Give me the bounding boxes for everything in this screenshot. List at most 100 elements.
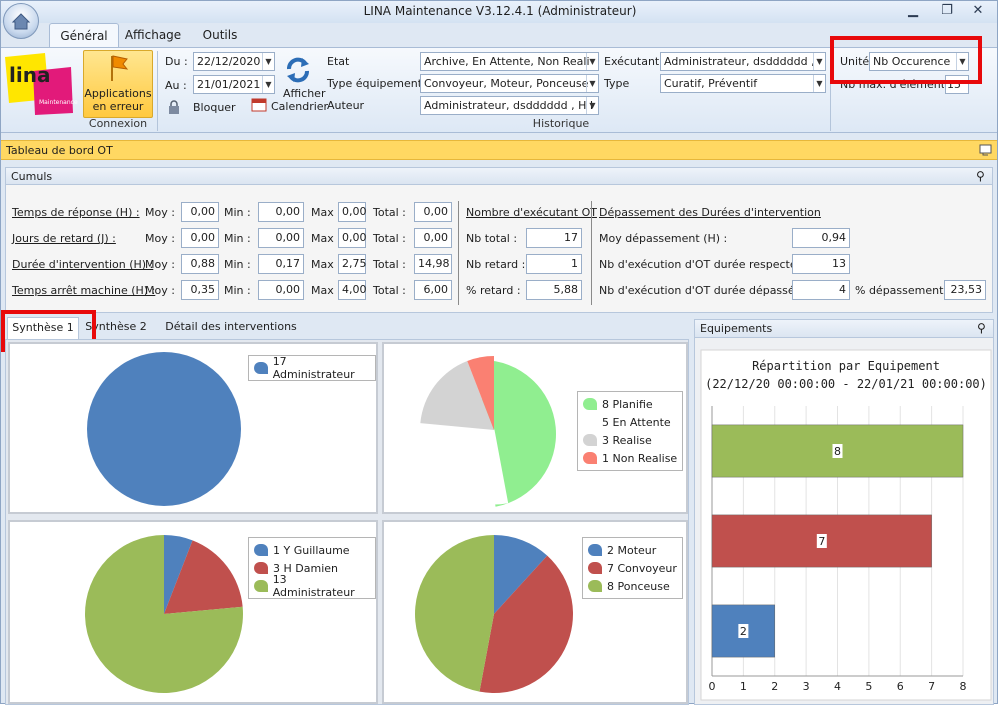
chevron-down-icon: ▼: [813, 75, 825, 92]
legend-label: 1 Non Realise: [602, 451, 678, 465]
x-tick-label: 4: [834, 680, 841, 693]
auteur-dropdown[interactable]: Administrateur, dsdddddd , H I ▼: [420, 96, 599, 115]
pct-depassement-label: % dépassement :: [855, 284, 951, 297]
dashboard-options-icon[interactable]: [979, 144, 992, 156]
nb-total-value: 17: [526, 228, 582, 248]
minimize-button[interactable]: ▁: [900, 3, 926, 21]
x-tick-label: 0: [709, 680, 716, 693]
chevron-down-icon: ▼: [586, 75, 598, 92]
dashboard-title: Tableau de bord OT: [6, 144, 113, 157]
flag-icon: [111, 55, 129, 81]
legend-item: 8 Ponceuse: [588, 577, 677, 595]
nb-retard-value: 1: [526, 254, 582, 274]
legend-item: 1 Non Realise: [583, 449, 677, 467]
afficher-label: Afficher: [283, 87, 326, 100]
moy-depassement-label: Moy dépassement (H) :: [599, 232, 728, 245]
legend-swatch: [588, 544, 602, 556]
jours-retard-moy: 0,00: [181, 228, 219, 248]
duree-respectee-value: 13: [792, 254, 850, 274]
legend-item: 8 Planifie: [583, 395, 677, 413]
moy-label: Moy :: [145, 206, 175, 219]
legend-swatch: [583, 434, 597, 446]
cumuls-title: Cumuls: [11, 170, 53, 183]
tab-outils[interactable]: Outils: [195, 23, 245, 47]
calendrier-label: Calendrier: [271, 100, 329, 113]
legend-item: 13 Administrateur: [254, 573, 370, 599]
legend-item: 3 Realise: [583, 431, 677, 449]
close-button[interactable]: ✕: [965, 3, 991, 21]
divider: [591, 201, 592, 305]
nombre-executant-title: Nombre d'exécutant OT: [466, 206, 597, 219]
tab-general[interactable]: Général: [49, 23, 119, 47]
executant-dropdown[interactable]: Administrateur, dsdddddd , ▼: [660, 52, 826, 71]
legend-executant: 1 Y Guillaume 3 H Damien 13 Administrateur: [248, 537, 376, 599]
min-label: Min :: [224, 258, 251, 271]
duree-depassee-label: Nb d'exécution d'OT durée dépassée :: [599, 284, 809, 297]
bloquer-label: Bloquer: [193, 101, 236, 114]
legend-item: 17 Administrateur: [254, 355, 370, 381]
jours-retard-min: 0,00: [258, 228, 304, 248]
auteur-label: Auteur: [327, 99, 365, 112]
chevron-down-icon: ▼: [586, 53, 598, 70]
x-tick-label: 2: [771, 680, 778, 693]
charts-area: 17 Administrateur 8 Planifie 5 En Attente…: [5, 339, 689, 705]
type-label: Type: [604, 77, 630, 90]
cumuls-header: Cumuls ⚲: [5, 167, 993, 185]
total-label: Total :: [373, 284, 406, 297]
tab-detail-interventions[interactable]: Détail des interventions OT: [157, 317, 305, 353]
etat-dropdown[interactable]: Archive, En Attente, Non Reali ▼: [420, 52, 599, 71]
nb-total-label: Nb total :: [466, 232, 518, 245]
lina-logo: lina Maintenance: [5, 53, 78, 115]
logo-text: lina: [9, 63, 51, 87]
legend-etat: 8 Planifie 5 En Attente 3 Realise 1 Non Rea…: [577, 391, 684, 471]
chevron-down-icon: ▼: [813, 53, 825, 70]
calendar-icon: [251, 98, 267, 112]
jours-retard-total: 0,00: [414, 228, 452, 248]
legend-swatch: [583, 398, 597, 410]
tab-affichage[interactable]: Affichage: [123, 23, 183, 47]
temps-arret-moy: 0,35: [181, 280, 219, 300]
bar-data-label: 8: [834, 445, 841, 458]
highlight-box-unite: [830, 36, 982, 84]
type-equipement-dropdown[interactable]: Convoyeur, Moteur, Ponceuse ▼: [420, 74, 599, 93]
x-tick-label: 1: [740, 680, 747, 693]
x-tick-label: 7: [928, 680, 935, 693]
legend-item: 2 Moteur: [588, 541, 677, 559]
logo-subtext: Maintenance: [39, 99, 78, 106]
depassement-title: Dépassement des Durées d'intervention: [599, 206, 821, 219]
total-label: Total :: [373, 206, 406, 219]
chart-panel-etat: 8 Planifie 5 En Attente 3 Realise 1 Non Rea…: [382, 342, 688, 514]
temps-reponse-min: 0,00: [258, 202, 304, 222]
connexion-group-caption: Connexion: [88, 117, 148, 130]
etat-value: Archive, En Attente, Non Reali: [424, 55, 590, 68]
type-equipement-value: Convoyeur, Moteur, Ponceuse: [424, 77, 589, 90]
temps-reponse-label: Temps de réponse (H) :: [12, 206, 140, 219]
pin-icon[interactable]: ⚲: [976, 169, 985, 183]
pie-slice-ponceuse: [415, 535, 494, 692]
legend-item: 5 En Attente: [583, 413, 677, 431]
dashboard-title-bar: Tableau de bord OT: [1, 140, 997, 160]
du-label: Du :: [165, 55, 188, 68]
duree-depassee-value: 4: [792, 280, 850, 300]
legend-label: 13 Administrateur: [272, 573, 355, 599]
max-label: Max :: [311, 232, 341, 245]
type-dropdown[interactable]: Curatif, Préventif ▼: [660, 74, 826, 93]
window-title: LINA Maintenance V3.12.4.1 (Administrate…: [363, 4, 637, 18]
afficher-calendrier-button[interactable]: Afficher Calendrier: [251, 53, 328, 115]
pie-slice-en-attente: [419, 422, 509, 505]
ribbon-separator: [157, 51, 158, 131]
app-menu-button[interactable]: [3, 3, 39, 39]
total-label: Total :: [373, 232, 406, 245]
restore-button[interactable]: ❐: [934, 3, 960, 21]
x-tick-label: 5: [865, 680, 872, 693]
max-label: Max :: [311, 206, 341, 219]
applications-en-erreur-button[interactable]: Applications en erreur: [83, 50, 153, 118]
cumuls-panel: Temps de réponse (H) : Moy : 0,00 Min : …: [5, 185, 993, 313]
application-window: LINA Maintenance V3.12.4.1 (Administrate…: [0, 0, 998, 705]
jours-retard-label: Jours de retard (J) :: [12, 232, 116, 245]
legend-auteur: 17 Administrateur: [248, 355, 376, 381]
pin-icon[interactable]: ⚲: [977, 321, 986, 335]
bloquer-button[interactable]: Bloquer: [167, 99, 247, 117]
auteur-value: Administrateur, dsdddddd , H I: [424, 99, 594, 112]
legend-swatch: [583, 452, 597, 464]
